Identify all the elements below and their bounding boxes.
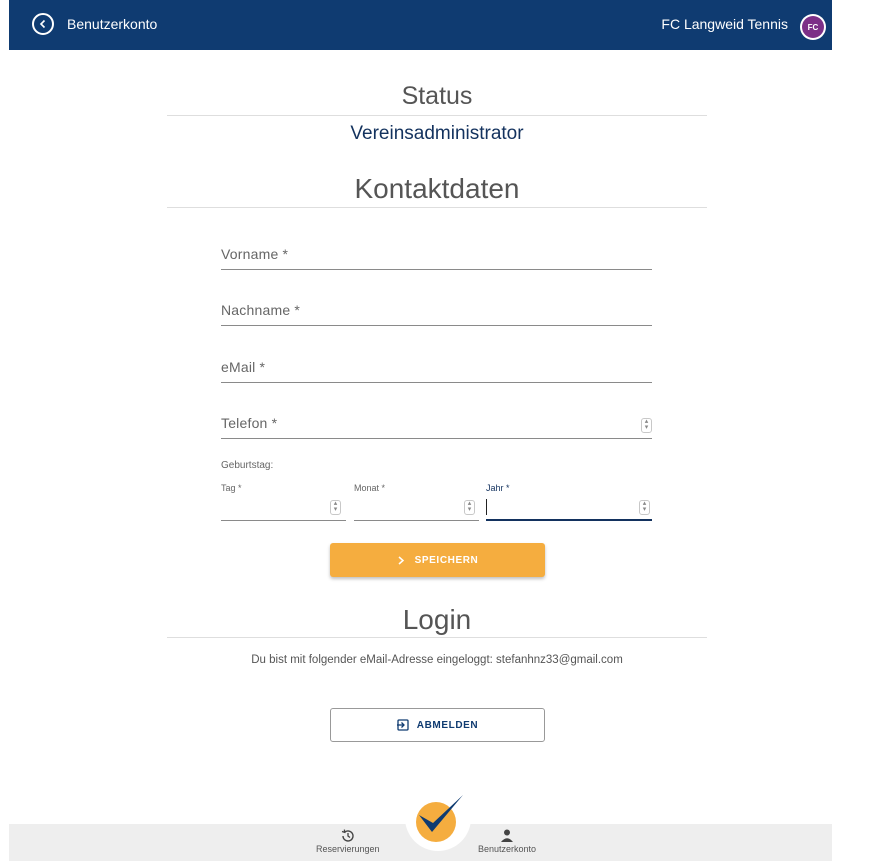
chevron-left-icon [39,19,46,29]
club-name: FC Langweid Tennis [661,16,788,32]
person-icon [501,829,514,842]
nav-account-label: Benutzerkonto [478,844,537,854]
nav-account[interactable]: Benutzerkonto [478,828,536,854]
year-label: Jahr * [486,483,510,493]
login-divider [167,637,707,638]
login-heading: Login [402,604,472,635]
phone-underline [221,438,652,439]
save-button[interactable]: SPEICHERN [330,543,545,577]
contact-divider [167,207,707,208]
email-label: eMail * [221,359,266,375]
chevron-right-icon [398,555,404,565]
email-underline [221,382,652,383]
nav-reservations-label: Reservierungen [316,844,380,854]
year-stepper[interactable]: ▴ ▾ [639,500,650,515]
year-text-cursor [486,499,487,515]
last-name-label: Nachname * [221,302,301,318]
club-logo: FC [800,14,826,40]
first-name-underline [221,269,652,270]
month-label: Monat * [354,483,386,493]
phone-stepper[interactable]: ▴ ▾ [641,418,652,433]
logout-label: ABMELDEN [416,719,479,731]
phone-field[interactable]: Telefon * ▴ ▾ [221,403,652,439]
first-name-field[interactable]: Vorname * [221,234,652,270]
month-field[interactable] [354,520,479,521]
status-value: Vereinsadministrator [350,123,524,144]
page-title: Benutzerkonto [67,16,158,32]
first-name-label: Vorname * [221,246,289,262]
app-header: Benutzerkonto FC Langweid Tennis FC [9,0,832,50]
checkmark-logo-icon [416,795,463,842]
back-button[interactable] [32,13,54,35]
last-name-underline [221,325,652,326]
day-label: Tag * [221,483,242,493]
contact-heading: Kontaktdaten [354,173,520,204]
phone-label: Telefon * [221,415,278,431]
year-field[interactable] [486,519,652,521]
month-stepper[interactable]: ▴ ▾ [464,500,475,515]
logout-button[interactable]: ABMELDEN [330,708,545,742]
login-info-text: Du bist mit folgender eMail-Adresse eing… [251,654,623,666]
logout-icon [396,719,409,731]
birthday-label: Geburtstag: [221,460,274,471]
day-field[interactable] [221,520,346,521]
save-label: SPEICHERN [414,554,479,566]
last-name-field[interactable]: Nachname * [221,290,652,326]
nav-reservations[interactable]: Reservierungen [316,828,380,854]
app-logo[interactable] [405,785,471,851]
email-field[interactable]: eMail * [221,347,652,383]
history-icon [341,829,354,842]
day-stepper[interactable]: ▴ ▾ [330,500,341,515]
status-divider [167,115,707,116]
club-logo-text: FC [802,16,824,38]
status-heading: Status [401,82,473,110]
